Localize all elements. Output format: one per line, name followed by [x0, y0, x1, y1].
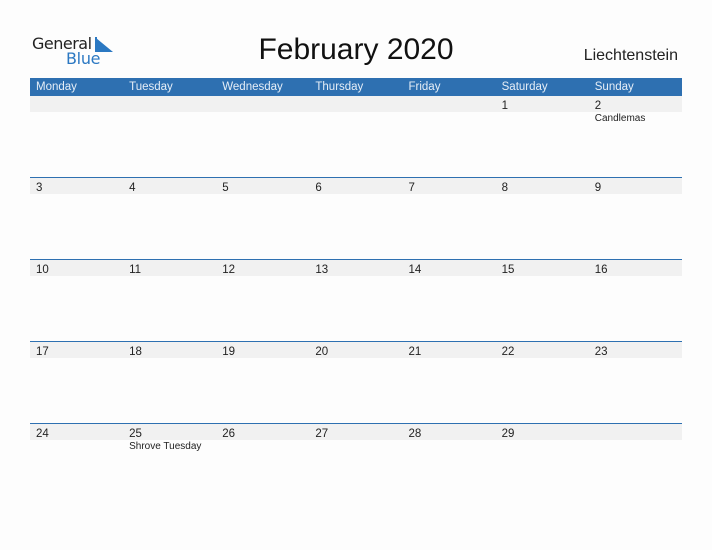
day-number: 9 [594, 182, 602, 194]
week-row: 3 4 5 6 7 8 9 [30, 177, 682, 259]
weekday-header: Monday Tuesday Wednesday Thursday Friday… [30, 78, 682, 96]
day-number: 4 [129, 182, 136, 194]
weekday-friday: Friday [408, 81, 441, 93]
day-number: 26 [222, 428, 236, 440]
day-number: 2 [594, 100, 602, 112]
day-cell [30, 96, 123, 112]
holiday-label: Candlemas [594, 113, 646, 124]
day-cell: 5 [216, 178, 309, 194]
weekday-saturday: Saturday [501, 81, 548, 93]
day-cell: 26 [216, 424, 309, 440]
day-cell: 27 [309, 424, 402, 440]
day-number: 7 [408, 182, 415, 194]
day-number: 18 [129, 346, 142, 358]
day-cell: 25 Shrove Tuesday [123, 424, 216, 452]
day-cell [589, 424, 682, 440]
weekday-sunday: Sunday [594, 81, 634, 93]
day-cell: 12 [216, 260, 309, 276]
day-cell: 24 [30, 424, 123, 440]
day-number: 1 [501, 100, 509, 112]
day-cell: 29 [496, 424, 589, 440]
week-row: 17 18 19 20 21 22 23 [30, 341, 682, 423]
day-cell: 6 [309, 178, 402, 194]
day-number: 23 [594, 346, 608, 358]
day-cell: 15 [496, 260, 589, 276]
day-number: 27 [315, 428, 329, 440]
day-cell [123, 96, 216, 112]
week-row: 24 25 Shrove Tuesday 26 27 28 29 [30, 423, 682, 505]
day-cell: 13 [309, 260, 402, 276]
day-number: 11 [129, 264, 142, 276]
day-cell: 17 [30, 342, 123, 358]
day-number: 16 [594, 264, 608, 276]
calendar-grid: Monday Tuesday Wednesday Thursday Friday… [30, 78, 682, 505]
day-cell: 1 [496, 96, 589, 112]
date-strip: 24 25 Shrove Tuesday 26 27 28 29 [30, 424, 682, 452]
day-number: 28 [408, 428, 422, 440]
day-number: 22 [501, 346, 515, 358]
date-strip: 10 11 12 13 14 15 16 [30, 260, 682, 276]
day-cell [403, 96, 496, 112]
day-cell: 3 [30, 178, 123, 194]
date-strip: 17 18 19 20 21 22 23 [30, 342, 682, 358]
weekday-wednesday: Wednesday [222, 81, 283, 93]
day-number: 3 [36, 182, 43, 194]
day-cell: 10 [30, 260, 123, 276]
day-number: 17 [36, 346, 49, 358]
day-cell: 19 [216, 342, 309, 358]
day-number: 12 [222, 264, 236, 276]
holiday-label: Shrove Tuesday [129, 441, 202, 452]
weekday-thursday: Thursday [315, 81, 364, 93]
day-cell: 16 [589, 260, 682, 276]
day-cell [216, 96, 309, 112]
day-cell: 2 Candlemas [589, 96, 682, 124]
day-cell: 14 [403, 260, 496, 276]
day-cell: 9 [589, 178, 682, 194]
day-cell [309, 96, 402, 112]
day-cell: 22 [496, 342, 589, 358]
day-cell: 28 [403, 424, 496, 440]
day-number: 21 [408, 346, 422, 358]
day-cell: 7 [403, 178, 496, 194]
day-cell: 8 [496, 178, 589, 194]
weekday-tuesday: Tuesday [129, 81, 173, 93]
day-number: 19 [222, 346, 236, 358]
day-number: 14 [408, 264, 422, 276]
date-strip: 3 4 5 6 7 8 9 [30, 178, 682, 194]
day-number: 25 [129, 428, 142, 440]
weekday-monday: Monday [36, 81, 77, 93]
day-cell: 20 [309, 342, 402, 358]
day-number: 6 [315, 182, 322, 194]
country-name: Liechtenstein [583, 47, 678, 64]
day-number: 5 [222, 182, 229, 194]
day-number: 10 [36, 264, 49, 276]
day-cell: 18 [123, 342, 216, 358]
day-cell: 4 [123, 178, 216, 194]
day-cell: 23 [589, 342, 682, 358]
day-number: 13 [315, 264, 329, 276]
date-strip: 1 2 Candlemas [30, 96, 682, 124]
day-number: 8 [501, 182, 509, 194]
week-row: 1 2 Candlemas [30, 96, 682, 177]
day-number: 20 [315, 346, 329, 358]
day-number: 29 [501, 428, 515, 440]
day-number: 24 [36, 428, 49, 440]
day-cell: 11 [123, 260, 216, 276]
day-cell: 21 [403, 342, 496, 358]
week-row: 10 11 12 13 14 15 16 [30, 259, 682, 341]
day-number: 15 [501, 264, 515, 276]
weeks-container: 1 2 Candlemas 3 4 5 6 7 8 9 10 11 12 13 14 15 16 17 18 19 20… [30, 96, 682, 505]
